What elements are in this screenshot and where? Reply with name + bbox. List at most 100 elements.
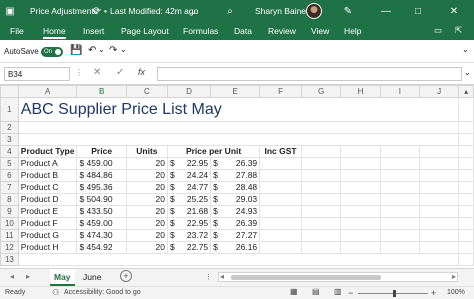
column-header-i[interactable]: I xyxy=(379,85,420,98)
chevron-down-icon[interactable]: ⌄ xyxy=(464,68,471,77)
price-per-unit-cell[interactable]: $21.68 xyxy=(166,205,212,218)
price-cell[interactable]: $ 484.86 xyxy=(76,169,127,182)
price-per-unit-cell[interactable]: $24.24 xyxy=(166,169,212,182)
inc-gst-cell[interactable]: $27.88 xyxy=(210,169,261,182)
price-per-unit-cell[interactable]: $22.95 xyxy=(166,217,212,230)
product-cell[interactable]: Product G xyxy=(17,229,78,242)
units-cell[interactable]: 20 xyxy=(125,217,168,230)
sheet-tab-may[interactable]: May xyxy=(50,269,75,286)
column-header-b[interactable]: B xyxy=(76,85,127,98)
more-icon[interactable]: ⋮ xyxy=(75,68,83,77)
scroll-right-icon[interactable]: ▸ xyxy=(26,272,30,281)
comments-icon[interactable]: ▭ xyxy=(434,25,442,36)
cell[interactable] xyxy=(259,157,302,170)
price-cell[interactable]: $ 474.30 xyxy=(76,229,127,242)
cell[interactable] xyxy=(418,205,460,218)
close-icon[interactable]: ✕ xyxy=(446,3,462,19)
accessibility-icon[interactable]: ⚇ xyxy=(52,288,59,297)
tab-formulas[interactable]: Formulas xyxy=(183,26,218,36)
zoom-out-icon[interactable]: − xyxy=(348,288,353,298)
name-box[interactable]: B34 xyxy=(4,67,70,81)
product-cell[interactable]: Product A xyxy=(17,157,78,170)
enter-icon[interactable]: ✓ xyxy=(116,67,124,78)
tab-file[interactable]: File xyxy=(10,26,24,36)
cell[interactable] xyxy=(259,169,302,182)
units-cell[interactable]: 20 xyxy=(125,205,168,218)
row-header[interactable]: 13 xyxy=(0,253,19,266)
units-cell[interactable]: 20 xyxy=(125,157,168,170)
formula-input[interactable] xyxy=(157,67,462,81)
row-header[interactable]: 3 xyxy=(0,133,19,146)
more-options-icon[interactable]: ⋮ xyxy=(205,273,212,281)
row-header[interactable]: 5 xyxy=(0,157,19,170)
scroll-left-icon[interactable]: ◂ xyxy=(220,272,224,281)
cell[interactable] xyxy=(300,169,342,182)
save-icon[interactable]: 💾 xyxy=(70,45,82,56)
inc-gst-cell[interactable]: $26.39 xyxy=(210,157,261,170)
save-icon[interactable]: ▣ xyxy=(2,3,18,19)
accessibility-status[interactable]: Accessibility: Good to go xyxy=(64,289,141,296)
row-header[interactable]: 4 xyxy=(0,145,19,158)
row-header[interactable]: 1 xyxy=(0,97,19,122)
inc-gst-cell[interactable]: $28.48 xyxy=(210,181,261,194)
scroll-right-icon[interactable]: ▸ xyxy=(452,272,456,281)
select-all-corner[interactable] xyxy=(0,85,19,98)
column-header-h[interactable]: H xyxy=(340,85,381,98)
cell[interactable] xyxy=(418,157,460,170)
sheet-tab-june[interactable]: June xyxy=(79,269,105,286)
row-header[interactable]: 12 xyxy=(0,241,19,254)
cell[interactable] xyxy=(300,181,342,194)
cell[interactable] xyxy=(379,229,420,242)
cell[interactable] xyxy=(300,241,342,254)
user-name[interactable]: Sharyn Baines xyxy=(255,6,310,16)
cell[interactable] xyxy=(17,253,460,266)
inc-gst-cell[interactable]: $24.93 xyxy=(210,205,261,218)
share-icon[interactable]: ⇱ xyxy=(455,25,462,36)
header-price-per-unit[interactable]: Price per Unit xyxy=(166,145,261,158)
cell[interactable] xyxy=(379,181,420,194)
price-per-unit-cell[interactable]: $22.95 xyxy=(166,157,212,170)
row-header[interactable]: 6 xyxy=(0,169,19,182)
avatar[interactable] xyxy=(306,3,322,19)
header-units[interactable]: Units xyxy=(125,145,168,158)
row-header[interactable]: 9 xyxy=(0,205,19,218)
cell[interactable] xyxy=(300,217,342,230)
cell[interactable] xyxy=(17,121,460,134)
cell[interactable] xyxy=(340,229,381,242)
cell[interactable] xyxy=(17,133,460,146)
header-inc-gst[interactable]: Inc GST xyxy=(259,145,302,158)
chevron-down-icon[interactable]: ⌄ xyxy=(120,45,127,54)
autosave-toggle[interactable]: On xyxy=(41,47,63,57)
product-cell[interactable]: Product C xyxy=(17,181,78,194)
cell[interactable] xyxy=(259,241,302,254)
column-header-d[interactable]: D xyxy=(166,85,212,98)
header-price[interactable]: Price xyxy=(76,145,127,158)
cell[interactable] xyxy=(259,229,302,242)
price-cell[interactable]: $ 459.00 xyxy=(76,157,127,170)
collapse-ribbon-icon[interactable]: ⌄ xyxy=(462,45,469,54)
tab-help[interactable]: Help xyxy=(344,26,361,36)
tab-review[interactable]: Review xyxy=(268,26,296,36)
cell[interactable] xyxy=(379,157,420,170)
zoom-slider-thumb[interactable] xyxy=(393,290,396,297)
page-break-view-icon[interactable]: ▥ xyxy=(334,287,342,296)
price-per-unit-cell[interactable]: $24.77 xyxy=(166,181,212,194)
cell[interactable] xyxy=(418,169,460,182)
price-cell[interactable]: $ 504.90 xyxy=(76,193,127,206)
cell[interactable] xyxy=(418,145,460,158)
column-header-j[interactable]: J xyxy=(418,85,460,98)
cell[interactable] xyxy=(340,193,381,206)
cell[interactable] xyxy=(340,205,381,218)
column-header-g[interactable]: G xyxy=(300,85,342,98)
column-header-a[interactable]: A xyxy=(17,85,78,98)
product-cell[interactable]: Product D xyxy=(17,193,78,206)
tab-view[interactable]: View xyxy=(311,26,329,36)
document-name[interactable]: Price Adjustments xyxy=(30,6,98,16)
maximize-icon[interactable]: □ xyxy=(410,3,426,19)
cell[interactable] xyxy=(379,217,420,230)
zoom-level[interactable]: 100% xyxy=(447,289,465,296)
cancel-icon[interactable]: ✕ xyxy=(93,67,101,78)
scroll-left-icon[interactable]: ◂ xyxy=(10,272,14,281)
header-product-type[interactable]: Product Type xyxy=(17,145,78,158)
sheet-title-cell[interactable]: ABC Supplier Price List May xyxy=(17,97,460,122)
